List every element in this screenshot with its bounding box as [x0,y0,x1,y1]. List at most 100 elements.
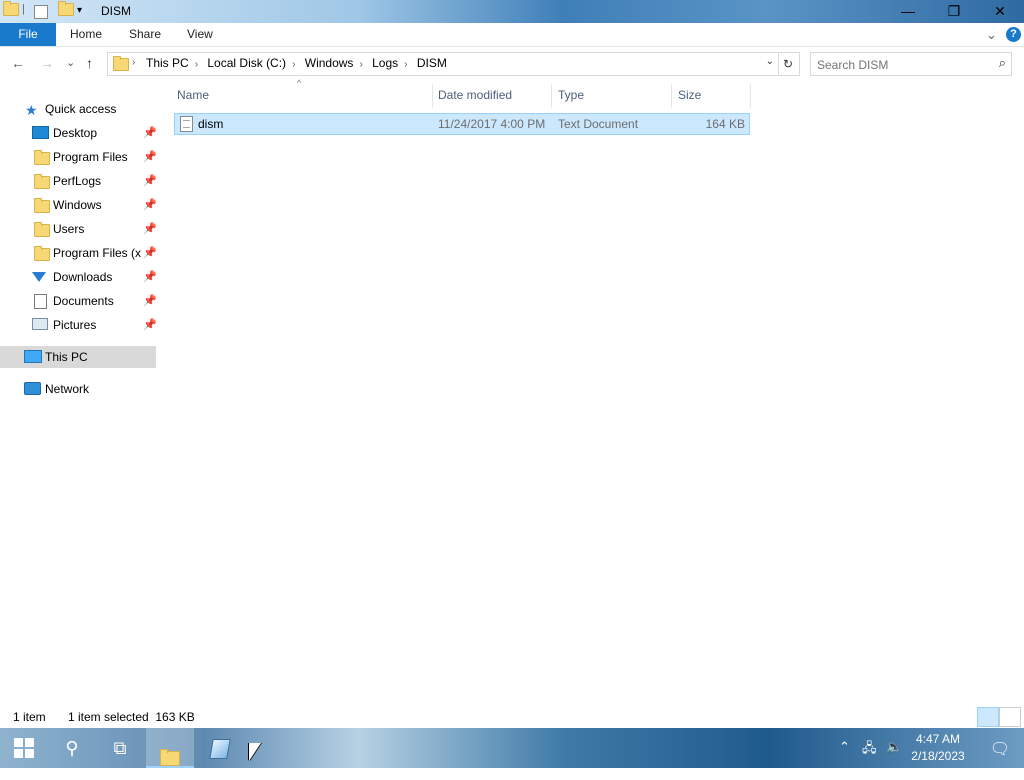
nav-label: Program Files [53,150,128,164]
volume-muted-icon[interactable]: 🔈 [886,739,902,755]
tab-share[interactable]: Share [129,23,161,46]
nav-label: Quick access [45,102,117,116]
column-divider[interactable] [750,84,751,108]
folder-icon [34,246,50,264]
column-header-type[interactable]: Type [558,88,584,102]
back-button[interactable]: ← [11,55,25,71]
minimize-button[interactable]: — [885,0,931,23]
tab-file[interactable]: File [0,23,56,46]
nav-label: Program Files (x86) [53,246,141,260]
file-explorer-taskbar-button[interactable] [146,728,194,768]
pin-icon: 📌 [143,175,156,187]
network-icon [24,382,41,395]
chevron-right-icon: › [132,57,136,68]
status-bar: 1 item 1 item selected 163 KB [0,706,1024,728]
star-icon: ★ [25,102,38,118]
title-bar[interactable]: | ▾ DISM — ❐ ✕ [0,0,1024,23]
chevron-up-icon[interactable]: ⌃ [839,739,850,755]
tab-view[interactable]: View [187,23,213,46]
close-button[interactable]: ✕ [977,0,1023,23]
column-header-name[interactable]: Name [177,88,209,102]
breadcrumb-this-pc[interactable]: This PC [146,56,189,70]
desktop-icon [32,126,49,139]
nav-label: Desktop [53,126,98,140]
action-center-button[interactable]: 🗨 [976,728,1024,768]
nav-item-program-files[interactable]: Program Files 📌 [0,146,156,168]
clock[interactable]: 4:47 AM 2/18/2023 [905,731,971,765]
server-manager-taskbar-button[interactable] [196,728,244,768]
network-status-icon[interactable]: 🖧 [862,739,877,761]
column-divider[interactable] [551,84,552,108]
maximize-button[interactable]: ❐ [931,0,977,23]
folder-icon [34,150,50,168]
notification-icon: 🗨 [989,741,1011,758]
task-view-button[interactable]: ⧉ [96,728,144,768]
column-divider[interactable] [432,84,433,108]
forward-button[interactable]: → [40,55,54,71]
downloads-icon [32,272,46,282]
search-input[interactable] [815,55,989,74]
nav-quick-access[interactable]: ★ Quick access [0,98,156,120]
up-button[interactable]: ↑ [86,55,93,71]
nav-item-downloads[interactable]: Downloads 📌 [0,266,156,288]
folder-icon [3,1,19,20]
pin-icon: 📌 [143,127,156,139]
recent-locations-button[interactable]: ⌄ [66,56,75,69]
new-folder-icon[interactable] [58,1,74,20]
file-list[interactable]: ^ Name Date modified Type Size dism 11/2… [157,78,1024,706]
window-title: DISM [101,4,131,18]
chevron-right-icon: › [359,59,363,70]
file-type: Text Document [558,117,639,131]
nav-item-program-files-x86[interactable]: Program Files (x86) 📌 [0,242,156,264]
column-header-size[interactable]: Size [678,88,701,102]
nav-label: Windows [53,198,102,212]
pin-icon: 📌 [143,199,156,211]
breadcrumb-windows[interactable]: Windows [305,56,354,70]
item-count: 1 item [13,710,46,724]
clock-date: 2/18/2023 [911,749,965,763]
nav-item-documents[interactable]: Documents 📌 [0,290,156,312]
column-header-date-modified[interactable]: Date modified [438,88,512,102]
folder-icon [113,56,129,74]
nav-item-desktop[interactable]: Desktop 📌 [0,122,156,144]
column-divider[interactable] [671,84,672,108]
search-box[interactable]: ⌕ [810,52,1012,76]
nav-label: Documents [53,294,114,308]
navigation-pane: ★ Quick access Desktop 📌 Program Files 📌… [0,80,156,706]
expand-ribbon-icon[interactable]: ⌄ [986,23,997,46]
properties-icon[interactable] [34,5,48,19]
computer-icon [24,350,42,363]
table-row[interactable]: dism 11/24/2017 4:00 PM Text Document 16… [174,113,750,135]
details-view-button[interactable] [977,707,999,727]
pictures-icon [32,318,48,330]
customize-qat-icon[interactable]: ▾ [77,5,82,22]
chevron-down-icon[interactable]: ⌄ [766,56,774,67]
start-button[interactable] [0,728,48,768]
sort-ascending-icon: ^ [297,78,302,88]
pin-icon: 📌 [143,151,156,163]
nav-label: Downloads [53,270,113,284]
breadcrumb-logs[interactable]: Logs [372,56,398,70]
address-toolbar: ← → ⌄ ↑ › This PC › Local Disk (C:) › Wind… [0,47,1024,80]
nav-item-windows[interactable]: Windows 📌 [0,194,156,216]
refresh-button[interactable]: ↻ [777,52,800,76]
breadcrumb-dism[interactable]: DISM [417,56,447,70]
help-icon[interactable]: ? [1006,27,1021,42]
file-name: dism [198,117,224,131]
windows-logo-icon [14,738,34,758]
nav-item-perflogs[interactable]: PerfLogs 📌 [0,170,156,192]
search-taskbar-button[interactable]: ⚲ [48,728,96,768]
nav-item-users[interactable]: Users 📌 [0,218,156,240]
nav-item-network[interactable]: Network [0,378,156,400]
nav-label: PerfLogs [53,174,102,188]
address-bar[interactable]: › This PC › Local Disk (C:) › Windows › Log… [107,52,779,76]
nav-item-pictures[interactable]: Pictures 📌 [0,314,156,336]
nav-item-this-pc[interactable]: This PC [0,346,156,368]
nav-label: This PC [45,350,88,364]
pin-icon: 📌 [143,271,156,283]
large-icons-view-button[interactable] [999,707,1021,727]
tab-home[interactable]: Home [70,23,102,46]
task-view-icon: ⧉ [113,738,127,758]
breadcrumb-local-disk[interactable]: Local Disk (C:) [207,56,286,70]
search-icon[interactable]: ⌕ [999,55,1006,71]
